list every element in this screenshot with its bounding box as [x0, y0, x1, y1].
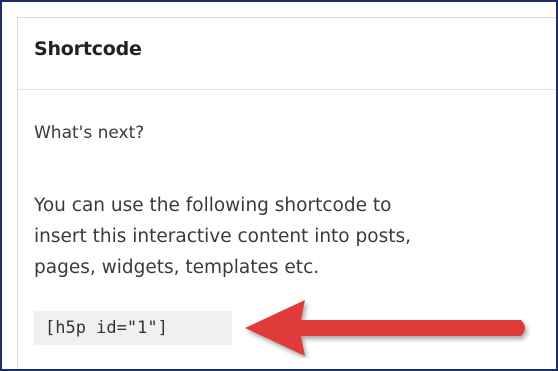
shortcode-panel: Shortcode What's next? You can use the f… [17, 17, 556, 369]
whats-next-label: What's next? [34, 123, 145, 143]
arrow-shape [245, 300, 525, 356]
screenshot-frame: Shortcode What's next? You can use the f… [0, 0, 558, 371]
red-arrow-icon [245, 300, 525, 356]
description-line: insert this interactive content into pos… [34, 226, 411, 247]
description-line: You can use the following shortcode to [34, 195, 392, 216]
shortcode-code[interactable]: [h5p id="1"] [34, 311, 232, 345]
panel-title: Shortcode [34, 38, 142, 60]
description-line: pages, widgets, templates etc. [34, 257, 320, 278]
panel-header: Shortcode [18, 18, 556, 90]
shortcode-description: You can use the following shortcode to i… [34, 190, 534, 283]
